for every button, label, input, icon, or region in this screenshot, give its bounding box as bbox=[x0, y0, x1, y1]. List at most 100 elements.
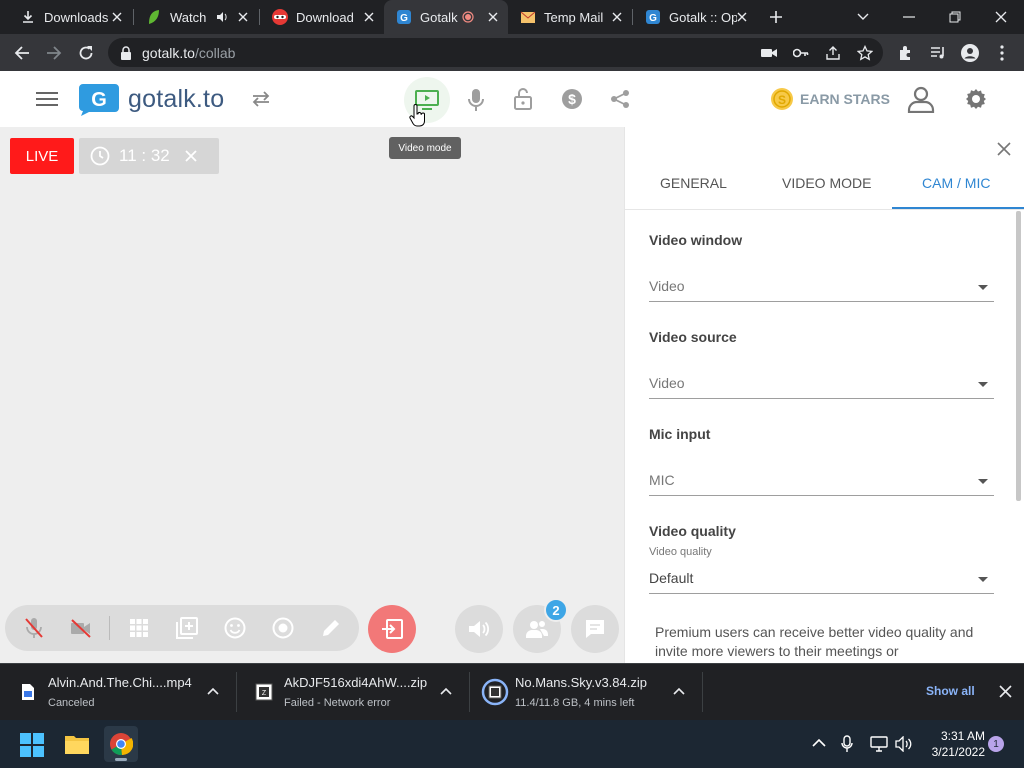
premium-info-text: Premium users can receive better video q… bbox=[655, 624, 974, 659]
restore-button[interactable] bbox=[932, 0, 978, 34]
brand-name[interactable]: gotalk.to bbox=[128, 85, 224, 114]
minimize-button[interactable] bbox=[886, 0, 932, 34]
close-window-button[interactable] bbox=[978, 0, 1024, 34]
tab-download[interactable]: Download bbox=[260, 0, 384, 34]
people-icon bbox=[526, 621, 548, 638]
pencil-icon[interactable] bbox=[319, 616, 343, 640]
profile-button[interactable] bbox=[956, 39, 984, 67]
mic-muted-icon[interactable] bbox=[22, 616, 46, 640]
video-quality-sublabel: Video quality bbox=[649, 546, 712, 558]
settings-gear-icon[interactable] bbox=[963, 86, 989, 112]
download-icon bbox=[20, 9, 36, 25]
grid-layout-icon[interactable] bbox=[127, 616, 151, 640]
video-source-select[interactable]: Video bbox=[649, 369, 994, 399]
chevron-up-icon[interactable] bbox=[206, 684, 220, 698]
tab-gotalk-op[interactable]: G Gotalk :: Op bbox=[633, 0, 757, 34]
chevron-up-icon[interactable] bbox=[811, 736, 827, 750]
chat-button[interactable] bbox=[571, 605, 619, 653]
video-mode-tooltip: Video mode bbox=[389, 137, 461, 159]
chevron-up-icon[interactable] bbox=[672, 684, 686, 698]
mic-input-select[interactable]: MIC bbox=[649, 466, 994, 496]
minimize-icon bbox=[903, 16, 915, 18]
notification-badge[interactable]: 1 bbox=[988, 736, 1004, 752]
show-all-downloads-link[interactable]: Show all bbox=[926, 684, 975, 698]
close-panel-icon[interactable] bbox=[996, 141, 1012, 157]
swap-arrows-icon[interactable] bbox=[249, 89, 273, 109]
close-tab-icon[interactable] bbox=[362, 10, 376, 24]
system-clock[interactable]: 3:31 AM 3/21/2022 bbox=[925, 728, 985, 760]
video-window-value: Video bbox=[649, 278, 685, 294]
tab-title: Download bbox=[296, 9, 354, 25]
unlocked-padlock-icon[interactable] bbox=[513, 87, 533, 111]
share-nodes-icon[interactable] bbox=[609, 88, 631, 110]
tab-watch[interactable]: Watch bbox=[134, 0, 258, 34]
browser-menu-button[interactable] bbox=[988, 39, 1016, 67]
file-explorer-icon[interactable] bbox=[64, 732, 90, 756]
tab-gotalk-active[interactable]: G Gotalk bbox=[384, 0, 508, 34]
close-tab-icon[interactable] bbox=[610, 10, 624, 24]
download-item[interactable]: Z AkDJF516xdi4AhW....zip Failed - Networ… bbox=[236, 664, 469, 720]
key-icon[interactable] bbox=[792, 44, 810, 62]
download-item[interactable]: No.Mans.Sky.v3.84.zip 11.4/11.8 GB, 4 mi… bbox=[469, 664, 702, 720]
earn-stars-label: EARN STARS bbox=[800, 91, 890, 107]
restore-icon bbox=[949, 11, 961, 23]
earn-stars-button[interactable]: S EARN STARS bbox=[770, 87, 890, 111]
bookmark-star-icon[interactable] bbox=[856, 44, 874, 62]
new-tab-button[interactable] bbox=[756, 0, 796, 34]
app-header: G gotalk.to $ S EARN STARS bbox=[0, 71, 1024, 127]
tab-search-button[interactable] bbox=[840, 0, 886, 34]
leave-meeting-button[interactable] bbox=[368, 605, 416, 653]
close-tab-icon[interactable] bbox=[735, 10, 749, 24]
reload-button[interactable] bbox=[72, 39, 100, 67]
tab-downloads[interactable]: Downloads bbox=[8, 0, 132, 34]
download-progress-ring-icon bbox=[481, 678, 509, 706]
tab-video-mode[interactable]: VIDEO MODE bbox=[782, 175, 871, 191]
dropdown-caret-icon bbox=[978, 382, 988, 387]
camera-in-use-icon[interactable] bbox=[760, 44, 778, 62]
close-icon bbox=[995, 11, 1007, 23]
download-item[interactable]: Alvin.And.The.Chi....mp4 Canceled bbox=[0, 664, 236, 720]
video-source-label: Video source bbox=[649, 329, 737, 345]
mic-input-value: MIC bbox=[649, 472, 675, 488]
hamburger-menu-icon[interactable] bbox=[34, 87, 60, 111]
address-bar[interactable]: gotalk.to/collab bbox=[108, 38, 883, 67]
download-filename: Alvin.And.The.Chi....mp4 bbox=[48, 675, 192, 690]
volume-tray-icon[interactable] bbox=[894, 735, 914, 753]
share-icon[interactable] bbox=[824, 44, 842, 62]
back-button[interactable] bbox=[8, 39, 36, 67]
emoji-icon[interactable] bbox=[223, 616, 247, 640]
add-media-icon[interactable] bbox=[175, 616, 199, 640]
windows-start-icon[interactable] bbox=[20, 733, 44, 757]
panel-scrollbar[interactable] bbox=[1016, 211, 1021, 501]
participants-count-badge: 2 bbox=[544, 598, 568, 622]
tabs-divider bbox=[625, 209, 1024, 210]
close-timer-icon[interactable] bbox=[184, 149, 198, 163]
tab-cam-mic[interactable]: CAM / MIC bbox=[922, 175, 990, 191]
media-control-button[interactable] bbox=[924, 39, 952, 67]
close-tab-icon[interactable] bbox=[110, 10, 124, 24]
video-quality-select[interactable]: Default bbox=[649, 564, 994, 594]
camera-off-icon[interactable] bbox=[69, 616, 93, 640]
close-tab-icon[interactable] bbox=[236, 10, 250, 24]
chrome-taskbar-icon[interactable] bbox=[104, 726, 138, 762]
video-window-select[interactable]: Video bbox=[649, 272, 994, 302]
forward-button[interactable] bbox=[40, 39, 68, 67]
close-shelf-icon[interactable] bbox=[999, 685, 1012, 698]
dollar-coin-icon[interactable]: $ bbox=[561, 88, 583, 110]
chevron-up-icon[interactable] bbox=[439, 684, 453, 698]
microphone-icon[interactable] bbox=[466, 87, 486, 113]
close-tab-icon[interactable] bbox=[486, 10, 500, 24]
tab-general[interactable]: GENERAL bbox=[660, 175, 727, 191]
volume-button[interactable] bbox=[455, 605, 503, 653]
tab-temp-mail[interactable]: Temp Mail bbox=[508, 0, 632, 34]
svg-text:G: G bbox=[649, 13, 657, 24]
network-icon[interactable] bbox=[869, 735, 889, 753]
extensions-button[interactable] bbox=[892, 39, 920, 67]
profile-icon bbox=[961, 44, 979, 62]
record-icon[interactable] bbox=[271, 616, 295, 640]
gotalk-logo-icon[interactable]: G bbox=[76, 82, 122, 116]
speaker-icon bbox=[469, 621, 490, 637]
user-account-icon[interactable] bbox=[906, 84, 936, 114]
microphone-tray-icon[interactable] bbox=[839, 734, 855, 754]
speaker-icon[interactable] bbox=[216, 11, 228, 23]
